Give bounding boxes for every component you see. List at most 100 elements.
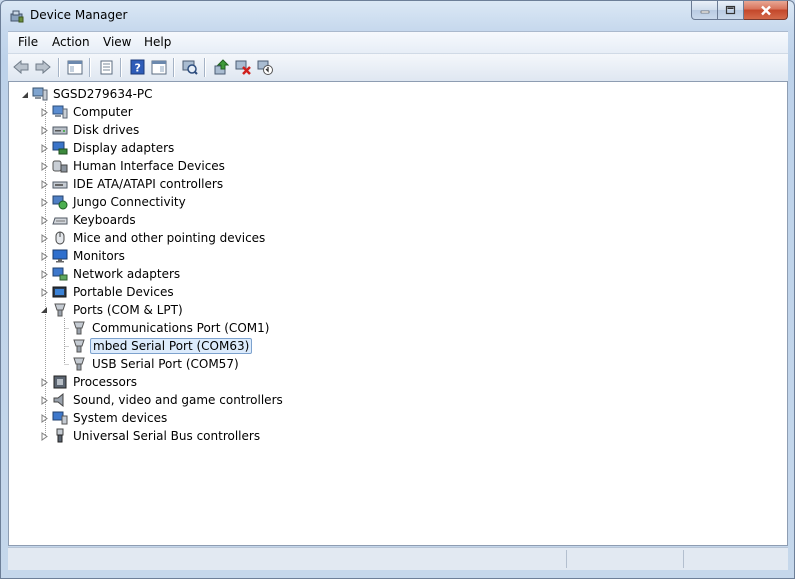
port-icon: [54, 303, 66, 317]
jungo-connectivity-icon: [52, 195, 68, 210]
expand-arrow-icon[interactable]: [40, 252, 49, 261]
disable-device-button[interactable]: [255, 58, 275, 76]
expand-arrow-icon[interactable]: [40, 108, 49, 117]
toolbar-separator: [173, 58, 174, 77]
tree-item-human-interface-devices[interactable]: Human Interface Devices: [52, 157, 227, 175]
device-manager-window: Device Manager File Action View Help ? S…: [0, 0, 795, 579]
tree-item-display-adapters[interactable]: Display adapters: [52, 139, 176, 157]
processor-icon: [53, 375, 67, 389]
caption-buttons: [691, 1, 788, 21]
maximize-icon: [725, 5, 736, 15]
close-button[interactable]: [744, 1, 788, 20]
tree-item-usb-serial-port[interactable]: USB Serial Port (COM57): [71, 355, 241, 373]
window-title: Device Manager: [30, 8, 128, 22]
expand-arrow-icon[interactable]: [40, 288, 49, 297]
ide-controller-icon: [52, 181, 68, 189]
title-bar[interactable]: Device Manager: [1, 1, 794, 31]
expand-arrow-icon[interactable]: [40, 270, 49, 279]
properties-icon: [100, 60, 112, 74]
status-bar: [8, 547, 788, 570]
system-devices-icon: [52, 411, 68, 425]
port-icon: [73, 339, 85, 353]
expand-arrow-icon[interactable]: [40, 414, 49, 423]
tree-item-portable-devices[interactable]: Portable Devices: [52, 283, 176, 301]
svg-text:?: ?: [134, 62, 140, 75]
minimize-icon: [700, 10, 709, 14]
show-hide-action-pane-icon: [151, 60, 167, 74]
human-interface-device-icon: [52, 160, 68, 173]
show-hide-action-pane-button[interactable]: [149, 58, 169, 76]
device-manager-icon: [10, 10, 24, 23]
properties-button[interactable]: [96, 58, 116, 76]
expand-arrow-icon[interactable]: [40, 180, 49, 189]
status-pane-divider: [683, 550, 684, 568]
device-tree[interactable]: SGSD279634-PC Computer Disk drives Displ…: [8, 81, 788, 546]
toolbar: ?: [8, 53, 788, 82]
portable-device-icon: [52, 286, 67, 298]
disable-device-icon: [257, 60, 273, 75]
expand-arrow-icon[interactable]: [40, 234, 49, 243]
disk-drive-icon: [52, 126, 68, 135]
expand-arrow-icon[interactable]: [40, 378, 49, 387]
help-button[interactable]: ?: [127, 58, 147, 76]
tree-item-ports[interactable]: Ports (COM & LPT): [52, 301, 185, 319]
tree-item-processors[interactable]: Processors: [52, 373, 139, 391]
tree-item-keyboards[interactable]: Keyboards: [52, 211, 138, 229]
close-icon: [760, 5, 771, 15]
tree-item-usb-controllers[interactable]: Universal Serial Bus controllers: [52, 427, 262, 445]
help-icon: ?: [130, 59, 144, 75]
expand-arrow-icon[interactable]: [40, 144, 49, 153]
tree-item-mbed-serial-port[interactable]: mbed Serial Port (COM63): [71, 337, 253, 355]
menu-bar: File Action View Help: [8, 31, 788, 54]
expand-arrow-icon[interactable]: [40, 396, 49, 405]
update-driver-icon: [214, 59, 229, 75]
tree-item-ide-ata-atapi-controllers[interactable]: IDE ATA/ATAPI controllers: [52, 175, 225, 193]
back-button[interactable]: [11, 58, 31, 76]
port-icon: [73, 357, 85, 371]
tree-item-communications-port[interactable]: Communications Port (COM1): [71, 319, 271, 337]
expand-arrow-icon[interactable]: [40, 162, 49, 171]
tree-item-mice[interactable]: Mice and other pointing devices: [52, 229, 267, 247]
toolbar-separator: [58, 58, 59, 77]
monitor-icon: [52, 249, 68, 263]
network-adapter-icon: [52, 267, 68, 281]
expand-arrow-icon[interactable]: [40, 126, 49, 135]
expand-arrow-icon[interactable]: [40, 216, 49, 225]
forward-arrow-icon: [35, 60, 51, 74]
minimize-button[interactable]: [691, 1, 718, 20]
menu-view[interactable]: View: [103, 35, 131, 49]
show-hide-console-tree-icon: [67, 60, 83, 74]
tree-item-computer[interactable]: Computer: [52, 103, 135, 121]
speaker-icon: [53, 392, 64, 408]
port-icon: [73, 321, 85, 335]
tree-item-system-devices[interactable]: System devices: [52, 409, 169, 427]
forward-button[interactable]: [33, 58, 53, 76]
expand-arrow-icon[interactable]: [40, 198, 49, 207]
usb-icon: [56, 428, 64, 443]
toolbar-separator: [120, 58, 121, 77]
expand-arrow-icon[interactable]: [40, 432, 49, 441]
menu-file[interactable]: File: [18, 35, 38, 49]
uninstall-button[interactable]: [233, 58, 253, 76]
tree-item-jungo-connectivity[interactable]: Jungo Connectivity: [52, 193, 188, 211]
show-hide-console-tree-button[interactable]: [65, 58, 85, 76]
keyboard-icon: [52, 217, 68, 225]
mouse-icon: [55, 231, 65, 245]
update-driver-button[interactable]: [211, 58, 231, 76]
scan-hardware-changes-icon: [182, 60, 198, 75]
display-adapter-icon: [52, 141, 68, 155]
back-arrow-icon: [13, 60, 29, 74]
tree-item-sound-video-game[interactable]: Sound, video and game controllers: [52, 391, 285, 409]
menu-help[interactable]: Help: [144, 35, 171, 49]
collapse-arrow-icon[interactable]: [40, 306, 49, 315]
tree-item-network-adapters[interactable]: Network adapters: [52, 265, 182, 283]
toolbar-separator: [204, 58, 205, 77]
toolbar-separator: [89, 58, 90, 77]
tree-item-monitors[interactable]: Monitors: [52, 247, 127, 265]
tree-item-disk-drives[interactable]: Disk drives: [52, 121, 141, 139]
scan-hardware-changes-button[interactable]: [180, 58, 200, 76]
maximize-button[interactable]: [718, 1, 744, 20]
status-pane-divider: [566, 550, 567, 568]
computer-icon: [52, 105, 68, 119]
menu-action[interactable]: Action: [52, 35, 90, 49]
